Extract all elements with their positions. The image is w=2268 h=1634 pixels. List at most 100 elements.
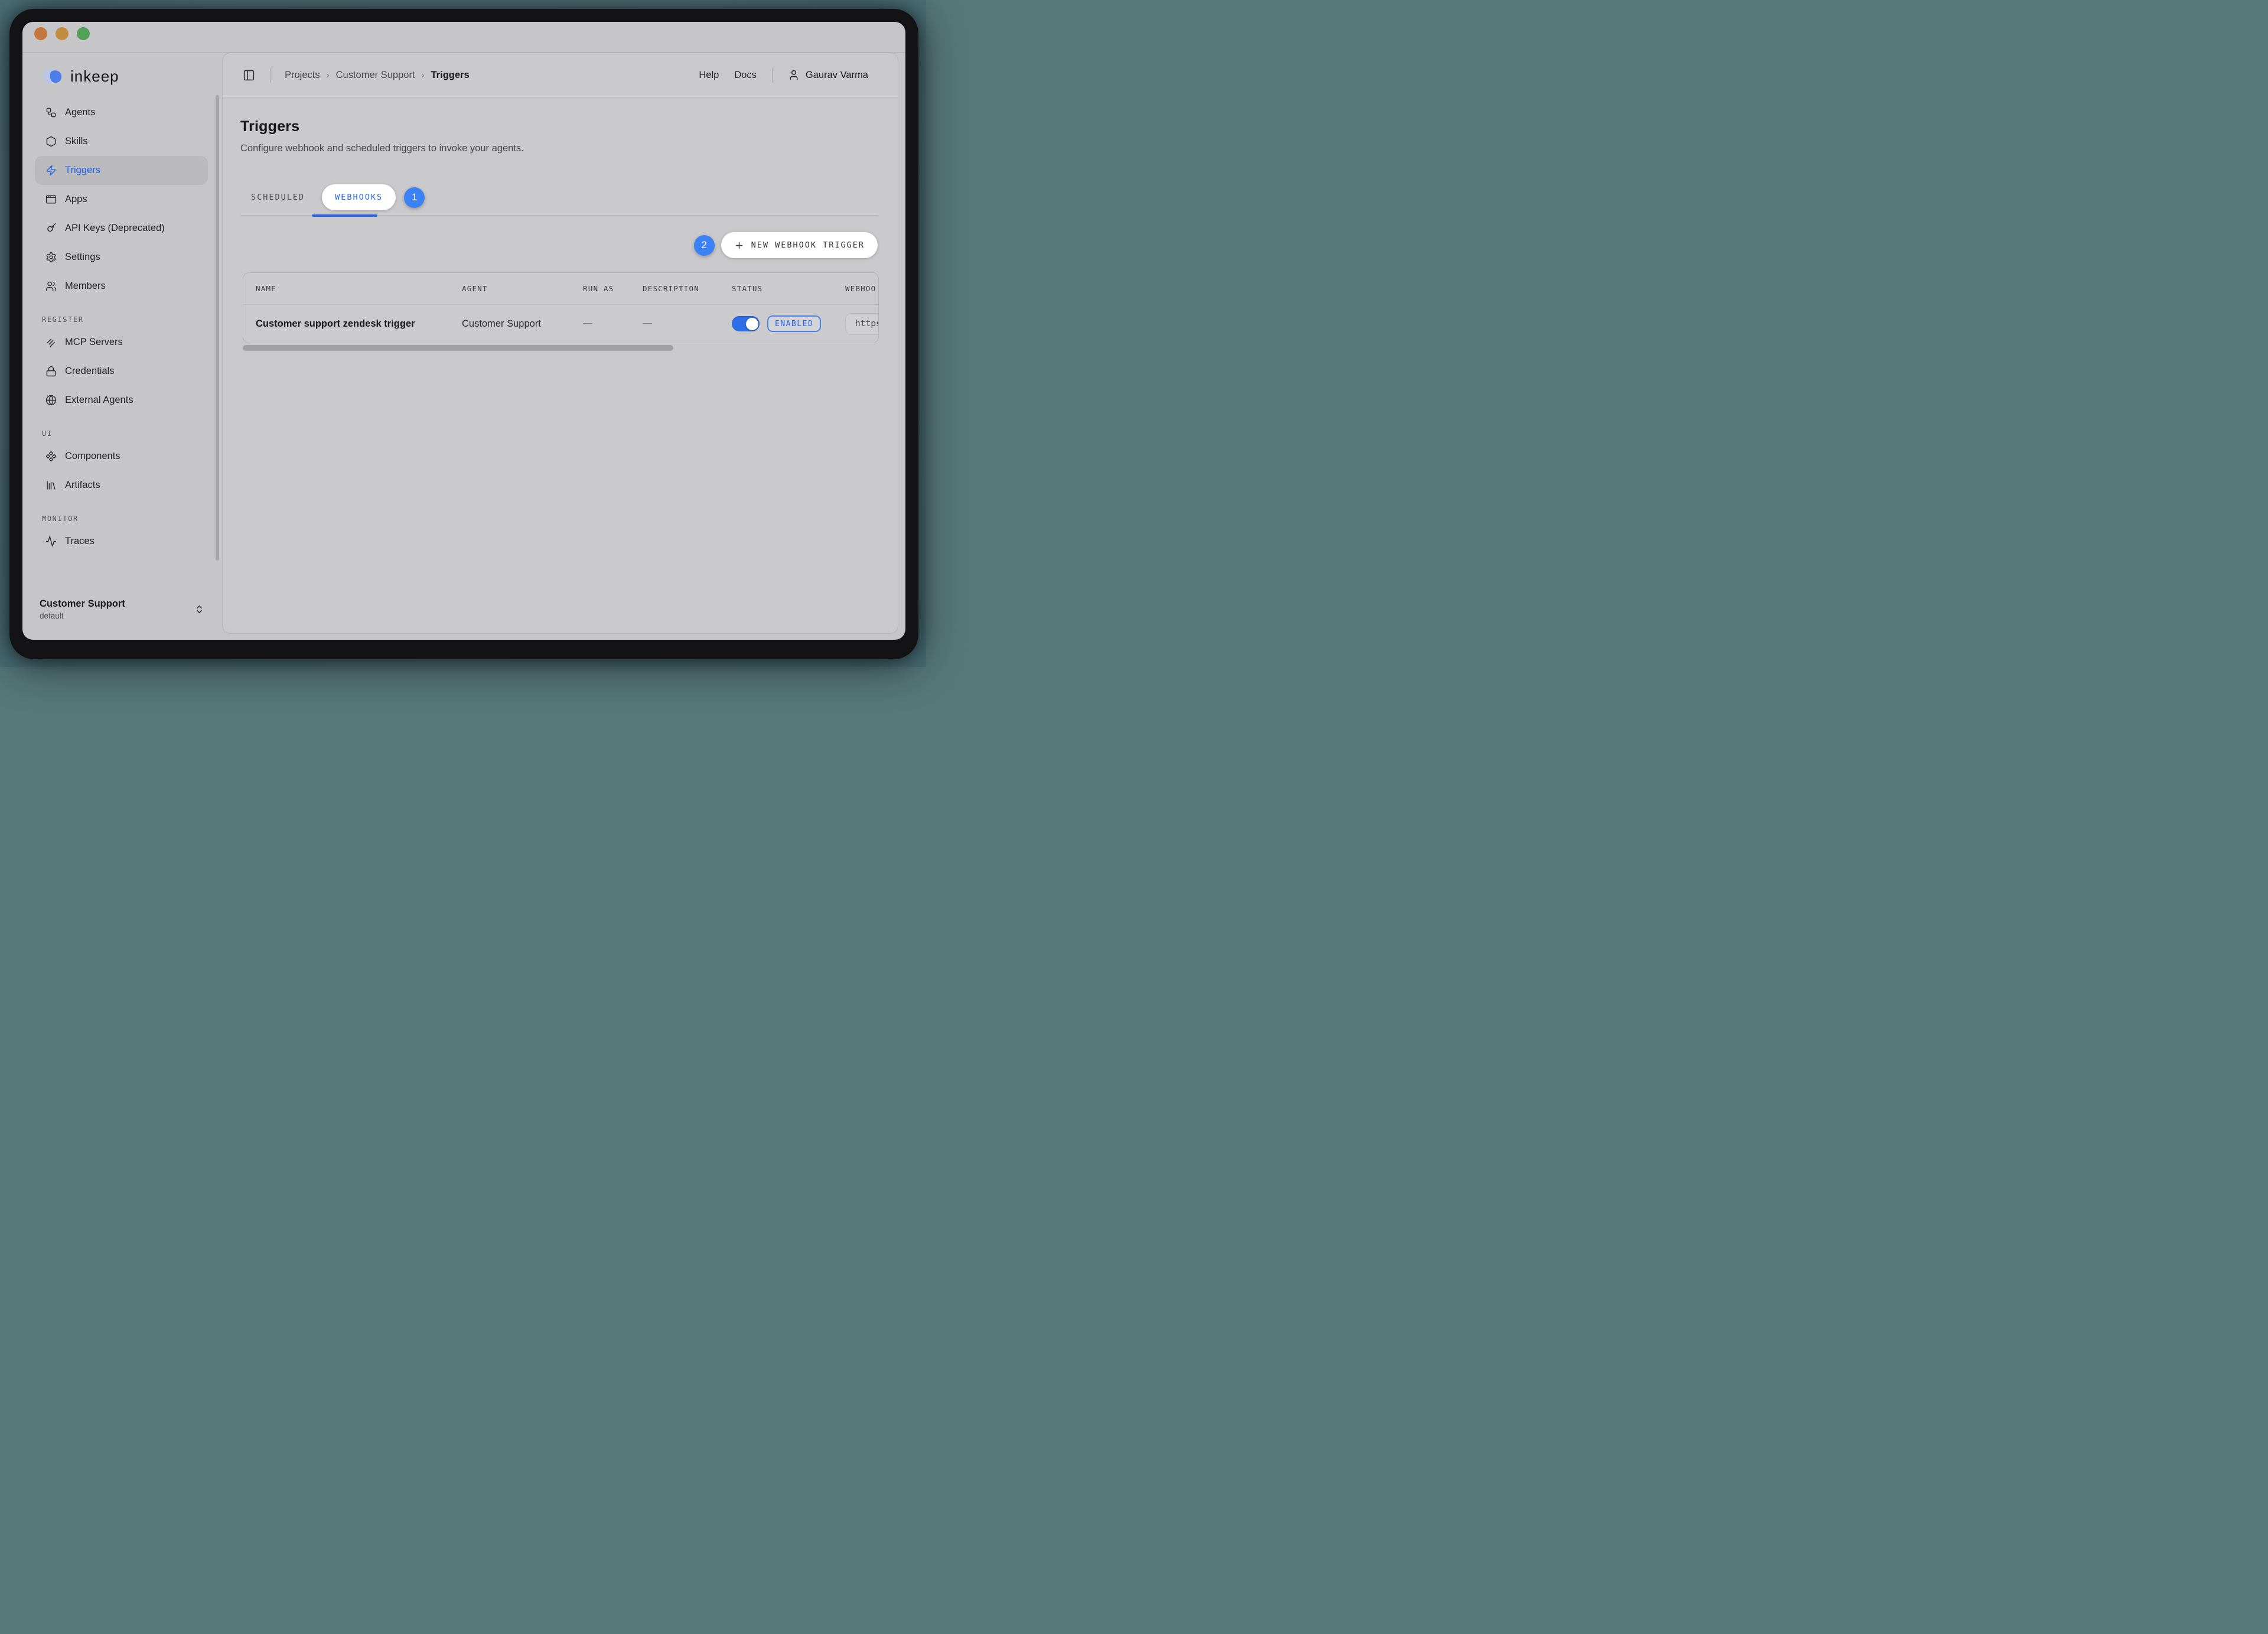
zap-icon — [45, 165, 57, 177]
column-header-name: NAME — [256, 284, 462, 293]
project-name: Customer Support — [40, 598, 125, 610]
titlebar — [22, 22, 905, 53]
desktop-background: inkeep Agents Skills — [0, 0, 926, 667]
sidebar-item-agents[interactable]: Agents — [35, 98, 208, 127]
breadcrumb-projects[interactable]: Projects — [285, 70, 320, 81]
user-menu[interactable]: Gaurav Varma — [788, 69, 868, 81]
help-link[interactable]: Help — [699, 70, 719, 81]
sidebar-item-label: Settings — [65, 252, 100, 263]
mcp-icon — [45, 337, 57, 349]
breadcrumb-bar: Projects › Customer Support › Triggers H… — [223, 53, 898, 97]
sidebar-scrollbar[interactable] — [216, 95, 219, 561]
breadcrumb-triggers: Triggers — [431, 70, 470, 81]
sidebar-item-members[interactable]: Members — [35, 272, 208, 301]
app-window: inkeep Agents Skills — [22, 22, 905, 640]
column-header-status: STATUS — [732, 284, 845, 293]
lock-icon — [45, 366, 57, 377]
sidebar: inkeep Agents Skills — [22, 53, 222, 640]
column-header-webhook: WEBHOO — [845, 284, 878, 293]
section-label: MONITOR — [42, 515, 208, 523]
column-header-agent: AGENT — [462, 284, 583, 293]
sidebar-toggle-icon[interactable] — [243, 69, 255, 82]
column-header-run-as: RUN AS — [583, 284, 643, 293]
section-label: REGISTER — [42, 315, 208, 324]
divider — [772, 68, 773, 83]
component-icon — [45, 451, 57, 463]
page-title: Triggers — [240, 118, 878, 135]
sidebar-item-label: Components — [65, 451, 120, 462]
sidebar-item-label: Traces — [65, 536, 94, 547]
status-toggle[interactable] — [732, 316, 760, 331]
minimize-window-button[interactable] — [56, 27, 69, 40]
new-webhook-trigger-button[interactable]: NEW WEBHOOK TRIGGER — [721, 232, 878, 258]
inkeep-logo: inkeep — [41, 67, 222, 85]
sidebar-item-traces[interactable]: Traces — [35, 527, 208, 556]
status-badge: ENABLED — [767, 315, 821, 332]
sidebar-item-skills[interactable]: Skills — [35, 127, 208, 156]
divider — [270, 68, 271, 83]
docs-link[interactable]: Docs — [734, 70, 757, 81]
page-content: Triggers Configure webhook and scheduled… — [223, 118, 898, 351]
sidebar-item-label: MCP Servers — [65, 337, 123, 348]
new-webhook-trigger-label: NEW WEBHOOK TRIGGER — [751, 240, 865, 250]
inkeep-wordmark: inkeep — [70, 67, 119, 86]
chevron-right-icon: › — [422, 70, 425, 80]
inkeep-logo-icon — [41, 68, 66, 84]
breadcrumb: Projects › Customer Support › Triggers — [285, 70, 470, 81]
tab-list: SCHEDULED WEBHOOKS 1 — [240, 184, 878, 210]
trigger-description: — — [643, 318, 732, 329]
tab-webhooks[interactable]: WEBHOOKS — [322, 184, 396, 210]
chevrons-up-down-icon — [194, 604, 204, 614]
sidebar-item-api-keys[interactable]: API Keys (Deprecated) — [35, 214, 208, 243]
table-row[interactable]: Customer support zendesk trigger Custome… — [243, 305, 878, 343]
users-icon — [45, 281, 57, 292]
sidebar-item-label: Credentials — [65, 366, 114, 377]
sidebar-item-mcp-servers[interactable]: MCP Servers — [35, 328, 208, 357]
close-window-button[interactable] — [34, 27, 47, 40]
globe-icon — [45, 395, 57, 406]
sidebar-section-register: REGISTER MCP Servers Credentials — [35, 315, 208, 415]
trigger-name: Customer support zendesk trigger — [256, 318, 462, 330]
zoom-window-button[interactable] — [77, 27, 90, 40]
library-icon — [45, 480, 57, 491]
sidebar-item-triggers[interactable]: Triggers — [35, 156, 208, 185]
project-switcher[interactable]: Customer Support default — [40, 598, 204, 620]
trigger-webhook-cell: https — [845, 313, 879, 335]
sidebar-item-label: External Agents — [65, 395, 133, 406]
workflow-icon — [45, 107, 57, 119]
annotation-badge-1: 1 — [404, 187, 425, 208]
topbar-right: Help Docs Gaurav Varma — [699, 68, 868, 83]
tab-scheduled[interactable]: SCHEDULED — [240, 193, 315, 202]
sidebar-item-label: API Keys (Deprecated) — [65, 223, 165, 234]
traffic-lights — [34, 27, 90, 40]
activity-icon — [45, 536, 57, 548]
project-env: default — [40, 611, 125, 620]
hexagon-icon — [45, 136, 57, 148]
sidebar-item-external-agents[interactable]: External Agents — [35, 386, 208, 415]
annotation-badge-2: 2 — [694, 235, 715, 256]
section-label: UI — [42, 429, 208, 438]
sidebar-item-artifacts[interactable]: Artifacts — [35, 471, 208, 500]
sidebar-item-label: Agents — [65, 107, 95, 118]
breadcrumb-customer-support[interactable]: Customer Support — [336, 70, 415, 81]
sidebar-item-label: Triggers — [65, 165, 100, 176]
sidebar-item-components[interactable]: Components — [35, 442, 208, 471]
sidebar-item-apps[interactable]: Apps — [35, 185, 208, 214]
page-description: Configure webhook and scheduled triggers… — [240, 143, 878, 154]
sidebar-nav: Agents Skills Triggers — [22, 98, 222, 556]
trigger-agent: Customer Support — [462, 318, 583, 330]
sidebar-item-label: Skills — [65, 136, 88, 147]
webhook-url-pill[interactable]: https — [845, 313, 879, 335]
gear-icon — [45, 252, 57, 263]
trigger-run-as: — — [583, 318, 643, 329]
key-icon — [45, 223, 57, 235]
table-horizontal-scrollbar[interactable] — [243, 345, 673, 351]
plus-icon — [734, 240, 744, 250]
sidebar-item-settings[interactable]: Settings — [35, 243, 208, 272]
tab-rule — [240, 215, 878, 216]
user-name: Gaurav Varma — [806, 70, 868, 81]
chevron-right-icon: › — [327, 70, 330, 80]
sidebar-item-credentials[interactable]: Credentials — [35, 357, 208, 386]
column-header-description: DESCRIPTION — [643, 284, 732, 293]
user-icon — [788, 69, 800, 81]
